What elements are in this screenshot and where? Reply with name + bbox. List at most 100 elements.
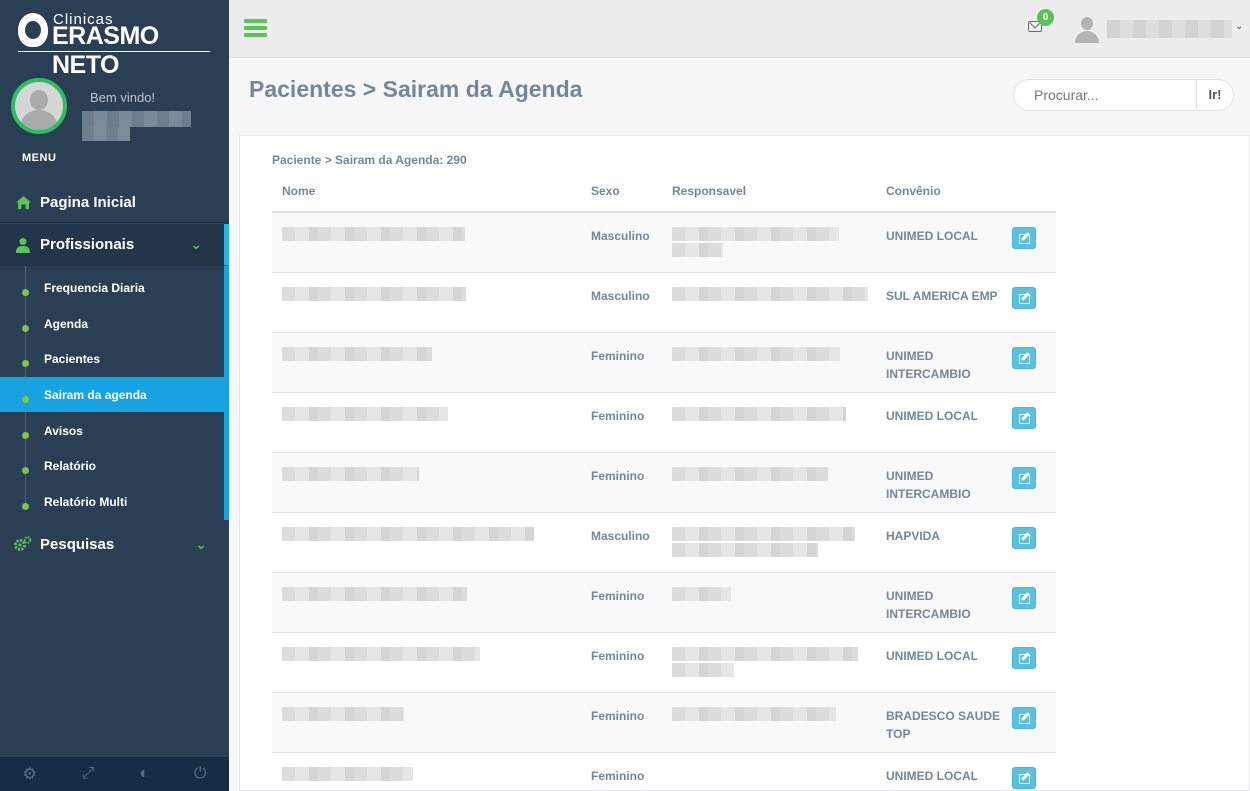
submenu-profissionais: Frequencia Diaria Agenda Pacientes Saira…	[0, 266, 229, 520]
chevron-down-icon: ⌄	[190, 236, 202, 252]
search-go-button[interactable]: Ir!	[1196, 80, 1233, 110]
nome-redacted	[282, 706, 404, 721]
cell-convenio: BRADESCO SAUDE TOP	[876, 691, 1006, 752]
responsavel-redacted	[672, 646, 858, 661]
cell-convenio: UNIMED INTERCAMBIO	[876, 451, 1006, 512]
user-avatar-icon[interactable]	[1075, 17, 1099, 43]
table-header-row: Nome Sexo Responsavel Convênio	[272, 171, 1056, 213]
sidebar-item-avisos[interactable]: Avisos	[0, 413, 224, 448]
cell-convenio: UNIMED INTERCAMBIO	[876, 571, 1006, 632]
edit-button[interactable]	[1012, 586, 1036, 609]
responsavel-redacted	[672, 586, 731, 601]
cell-sexo: Feminino	[581, 451, 662, 512]
menu-title: MENU	[22, 152, 57, 164]
table-row: Masculino HAPVIDA	[272, 511, 1056, 572]
panel-subtitle: Paciente > Sairam da Agenda: 290	[272, 153, 467, 167]
cell-convenio: HAPVIDA	[876, 511, 1006, 572]
user-md-icon	[14, 237, 32, 253]
table-row: Feminino UNIMED INTERCAMBIO	[272, 451, 1056, 512]
sidebar-item-agenda[interactable]: Agenda	[0, 306, 224, 341]
nome-redacted	[282, 646, 480, 661]
col-sexo: Sexo	[581, 171, 662, 213]
cell-convenio: UNIMED LOCAL	[876, 391, 1006, 452]
profile-panel: Bem vindo!	[0, 59, 229, 151]
cell-convenio: UNIMED LOCAL	[876, 751, 1006, 791]
chevron-down-icon[interactable]: ⌄	[1235, 21, 1243, 32]
sidebar-item-sairam[interactable]: Sairam da agenda	[0, 377, 224, 412]
nav-profissionais-label: Profissionais	[40, 236, 135, 253]
nome-redacted	[282, 766, 413, 781]
edit-button[interactable]	[1012, 286, 1036, 309]
table-row: Masculino UNIMED LOCAL	[272, 211, 1056, 272]
nav-pesquisas[interactable]: Pesquisas ⌄	[0, 525, 229, 563]
fullscreen-icon[interactable]: ⤢	[82, 765, 95, 783]
table-row: Feminino UNIMED LOCAL	[272, 391, 1056, 452]
table-row: Feminino UNIMED INTERCAMBIO	[272, 571, 1056, 632]
col-responsavel: Responsavel	[662, 171, 876, 213]
settings-icon[interactable]: ⚙	[22, 764, 36, 784]
responsavel-redacted	[672, 227, 839, 241]
cell-sexo: Feminino	[581, 631, 662, 692]
search-box: Ir!	[1013, 79, 1234, 111]
table-row: Feminino UNIMED LOCAL	[272, 631, 1056, 692]
nome-redacted	[282, 526, 534, 541]
sidebar-item-relatorio[interactable]: Relatório	[0, 448, 224, 483]
edit-button[interactable]	[1012, 526, 1036, 549]
cell-sexo: Masculino	[581, 211, 662, 272]
cell-convenio: SUL AMERICA EMP	[876, 271, 1006, 332]
sidebar-item-pacientes[interactable]: Pacientes	[0, 341, 224, 376]
table-row: Masculino SUL AMERICA EMP	[272, 271, 1056, 332]
responsavel-redacted	[672, 706, 836, 721]
nav-home-label: Pagina Inicial	[40, 194, 136, 211]
edit-button[interactable]	[1012, 706, 1036, 729]
cell-sexo: Masculino	[581, 511, 662, 572]
edit-button[interactable]	[1012, 766, 1036, 789]
nome-redacted	[282, 466, 419, 481]
nome-redacted	[282, 227, 465, 241]
sidebar-footer: ⚙ ⤢ ◐ ⏻	[0, 757, 229, 791]
user-name-redacted-2	[82, 127, 130, 141]
edit-button[interactable]	[1012, 646, 1036, 669]
user-menu-name-redacted[interactable]	[1107, 20, 1232, 38]
col-convenio: Convênio	[876, 171, 1006, 213]
edit-button[interactable]	[1012, 406, 1036, 429]
edit-button[interactable]	[1012, 346, 1036, 369]
menu-toggle-icon[interactable]	[244, 19, 267, 38]
nome-redacted	[282, 586, 467, 601]
cell-sexo: Feminino	[581, 331, 662, 392]
eye-slash-icon[interactable]: ◐	[139, 765, 149, 783]
table-row: Feminino UNIMED INTERCAMBIO	[272, 331, 1056, 392]
topbar: 0 ⌄	[229, 0, 1250, 58]
edit-button[interactable]	[1012, 227, 1036, 249]
sidebar-item-frequencia[interactable]: Frequencia Diaria	[0, 270, 224, 305]
responsavel-redacted	[672, 286, 868, 301]
brand-logo[interactable]: Clinicas ERASMO NETO	[0, 0, 229, 79]
nav-pesquisas-label: Pesquisas	[40, 535, 115, 553]
chevron-down-icon: ⌄	[195, 535, 207, 552]
cell-convenio: UNIMED INTERCAMBIO	[876, 331, 1006, 392]
home-icon	[14, 195, 32, 211]
nome-redacted	[282, 406, 448, 421]
nome-redacted	[282, 286, 466, 301]
nav-home[interactable]: Pagina Inicial	[0, 183, 229, 223]
cell-sexo: Feminino	[581, 691, 662, 752]
edit-button[interactable]	[1012, 466, 1036, 489]
nav-profissionais[interactable]: Profissionais ⌄	[0, 224, 229, 266]
cell-sexo: Feminino	[581, 571, 662, 632]
search-input[interactable]	[1014, 80, 1198, 110]
sidebar-item-relatorio-multi[interactable]: Relatório Multi	[0, 484, 224, 519]
col-actions	[1006, 171, 1056, 213]
cell-sexo: Feminino	[581, 751, 662, 791]
cell-sexo: Masculino	[581, 271, 662, 332]
patients-table: Nome Sexo Responsavel Convênio Masculino…	[272, 171, 1056, 791]
page-title: Pacientes > Sairam da Agenda	[249, 76, 583, 102]
logo-underline	[18, 51, 210, 52]
cell-convenio: UNIMED LOCAL	[876, 211, 1006, 272]
cogs-icon	[14, 536, 32, 552]
table-row: Feminino UNIMED LOCAL	[272, 751, 1056, 791]
power-icon[interactable]: ⏻	[194, 765, 207, 783]
welcome-text: Bem vindo!	[90, 90, 156, 105]
mail-count-badge: 0	[1037, 9, 1054, 26]
responsavel-redacted	[672, 526, 855, 541]
sidebar: Clinicas ERASMO NETO Bem vindo! MENU Pag…	[0, 0, 229, 791]
